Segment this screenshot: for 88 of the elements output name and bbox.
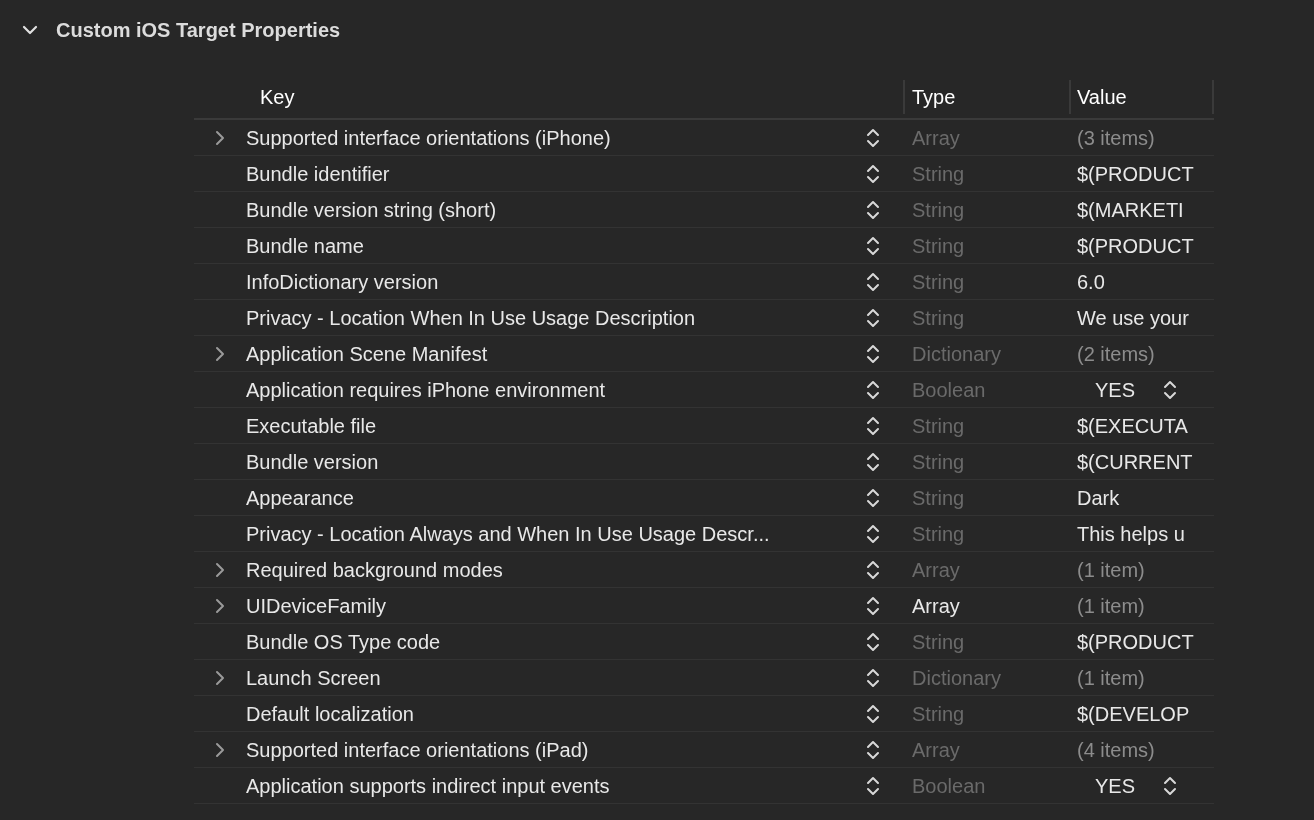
property-key[interactable]: Required background modes [246, 554, 866, 585]
property-type: Array [912, 126, 960, 149]
property-key[interactable]: Default localization [246, 698, 866, 729]
property-type: String [912, 162, 965, 185]
type-stepper-icon[interactable] [866, 738, 880, 761]
property-key[interactable]: Bundle version string (short) [246, 194, 866, 225]
property-value[interactable]: $(CURRENT [1077, 446, 1193, 477]
property-value: (3 items) [1077, 125, 1155, 151]
property-type: Array [912, 558, 960, 581]
property-value[interactable]: $(PRODUCT [1077, 626, 1194, 657]
property-type: Dictionary [912, 342, 1001, 365]
property-type: String [912, 306, 965, 329]
property-type: Boolean [912, 774, 986, 797]
type-stepper-icon[interactable] [866, 414, 880, 437]
property-key[interactable]: Bundle version [246, 446, 866, 477]
property-value[interactable]: We use your [1077, 302, 1189, 333]
property-type: String [912, 702, 965, 725]
type-stepper-icon[interactable] [866, 486, 880, 509]
value-stepper-icon[interactable] [1163, 774, 1177, 797]
property-type: String [912, 486, 965, 509]
property-type: String [912, 414, 965, 437]
property-type: String [912, 630, 965, 653]
type-stepper-icon[interactable] [866, 162, 880, 185]
type-stepper-icon[interactable] [866, 126, 880, 149]
property-type: String [912, 522, 965, 545]
property-value[interactable]: $(PRODUCT [1077, 158, 1194, 189]
property-key[interactable]: Bundle identifier [246, 158, 866, 189]
property-value: (2 items) [1077, 341, 1155, 367]
property-key[interactable]: Privacy - Location Always and When In Use Usage Descr... [246, 518, 866, 549]
disclosure-chevron-icon[interactable] [214, 596, 226, 615]
property-key[interactable]: Application Scene Manifest [246, 338, 866, 369]
type-stepper-icon[interactable] [866, 666, 880, 689]
property-key[interactable]: Supported interface orientations (iPhone) [246, 122, 866, 153]
property-value[interactable]: YES [1095, 374, 1163, 405]
property-type: String [912, 198, 965, 221]
property-value: (1 item) [1077, 665, 1145, 691]
property-key[interactable]: Launch Screen [246, 662, 866, 693]
type-stepper-icon[interactable] [866, 558, 880, 581]
disclosure-chevron-icon[interactable] [214, 668, 226, 687]
section-title: Custom iOS Target Properties [56, 18, 341, 43]
property-value[interactable]: $(PRODUCT [1077, 230, 1194, 261]
type-stepper-icon[interactable] [866, 774, 880, 797]
property-type: Array [912, 594, 960, 617]
type-stepper-icon[interactable] [866, 450, 880, 473]
property-value[interactable]: YES [1095, 770, 1163, 801]
column-header[interactable]: Key [260, 86, 295, 108]
property-key[interactable]: Supported interface orientations (iPad) [246, 734, 866, 765]
property-value: (1 item) [1077, 593, 1145, 619]
property-value: (4 items) [1077, 737, 1155, 763]
type-stepper-icon[interactable] [866, 270, 880, 293]
property-value[interactable]: $(EXECUTA [1077, 410, 1188, 441]
column-header[interactable]: Value [1077, 82, 1127, 112]
property-value[interactable]: This helps u [1077, 518, 1185, 549]
type-stepper-icon[interactable] [866, 342, 880, 365]
type-stepper-icon[interactable] [866, 198, 880, 221]
property-type: Boolean [912, 378, 986, 401]
disclosure-chevron-icon[interactable] [214, 344, 226, 363]
disclosure-chevron-icon[interactable] [214, 740, 226, 759]
property-value[interactable]: $(DEVELOP [1077, 698, 1190, 729]
property-type: String [912, 270, 965, 293]
property-key[interactable]: Appearance [246, 482, 866, 513]
property-type: String [912, 234, 965, 257]
property-value: (1 item) [1077, 557, 1145, 583]
property-value[interactable]: 6.0 [1077, 266, 1105, 297]
disclosure-chevron-icon[interactable] [214, 128, 226, 147]
property-value[interactable]: Dark [1077, 482, 1120, 513]
property-key[interactable]: Privacy - Location When In Use Usage Description [246, 302, 866, 333]
type-stepper-icon[interactable] [866, 522, 880, 545]
property-type: Array [912, 738, 960, 761]
disclosure-chevron-icon[interactable] [214, 560, 226, 579]
property-type: String [912, 450, 965, 473]
type-stepper-icon[interactable] [866, 378, 880, 401]
type-stepper-icon[interactable] [866, 702, 880, 725]
property-value[interactable]: $(MARKETI [1077, 194, 1184, 225]
property-key[interactable]: Application supports indirect input events [246, 770, 866, 801]
property-key[interactable]: Application requires iPhone environment [246, 374, 866, 405]
type-stepper-icon[interactable] [866, 234, 880, 257]
type-stepper-icon[interactable] [866, 306, 880, 329]
property-key[interactable]: Bundle OS Type code [246, 626, 866, 657]
value-stepper-icon[interactable] [1163, 378, 1177, 401]
property-key[interactable]: Executable file [246, 410, 866, 441]
property-key[interactable]: UIDeviceFamily [246, 590, 866, 621]
property-type: Dictionary [912, 666, 1001, 689]
property-key[interactable]: InfoDictionary version [246, 266, 866, 297]
type-stepper-icon[interactable] [866, 594, 880, 617]
property-key[interactable]: Bundle name [246, 230, 866, 261]
column-header[interactable]: Type [912, 82, 956, 112]
type-stepper-icon[interactable] [866, 630, 880, 653]
